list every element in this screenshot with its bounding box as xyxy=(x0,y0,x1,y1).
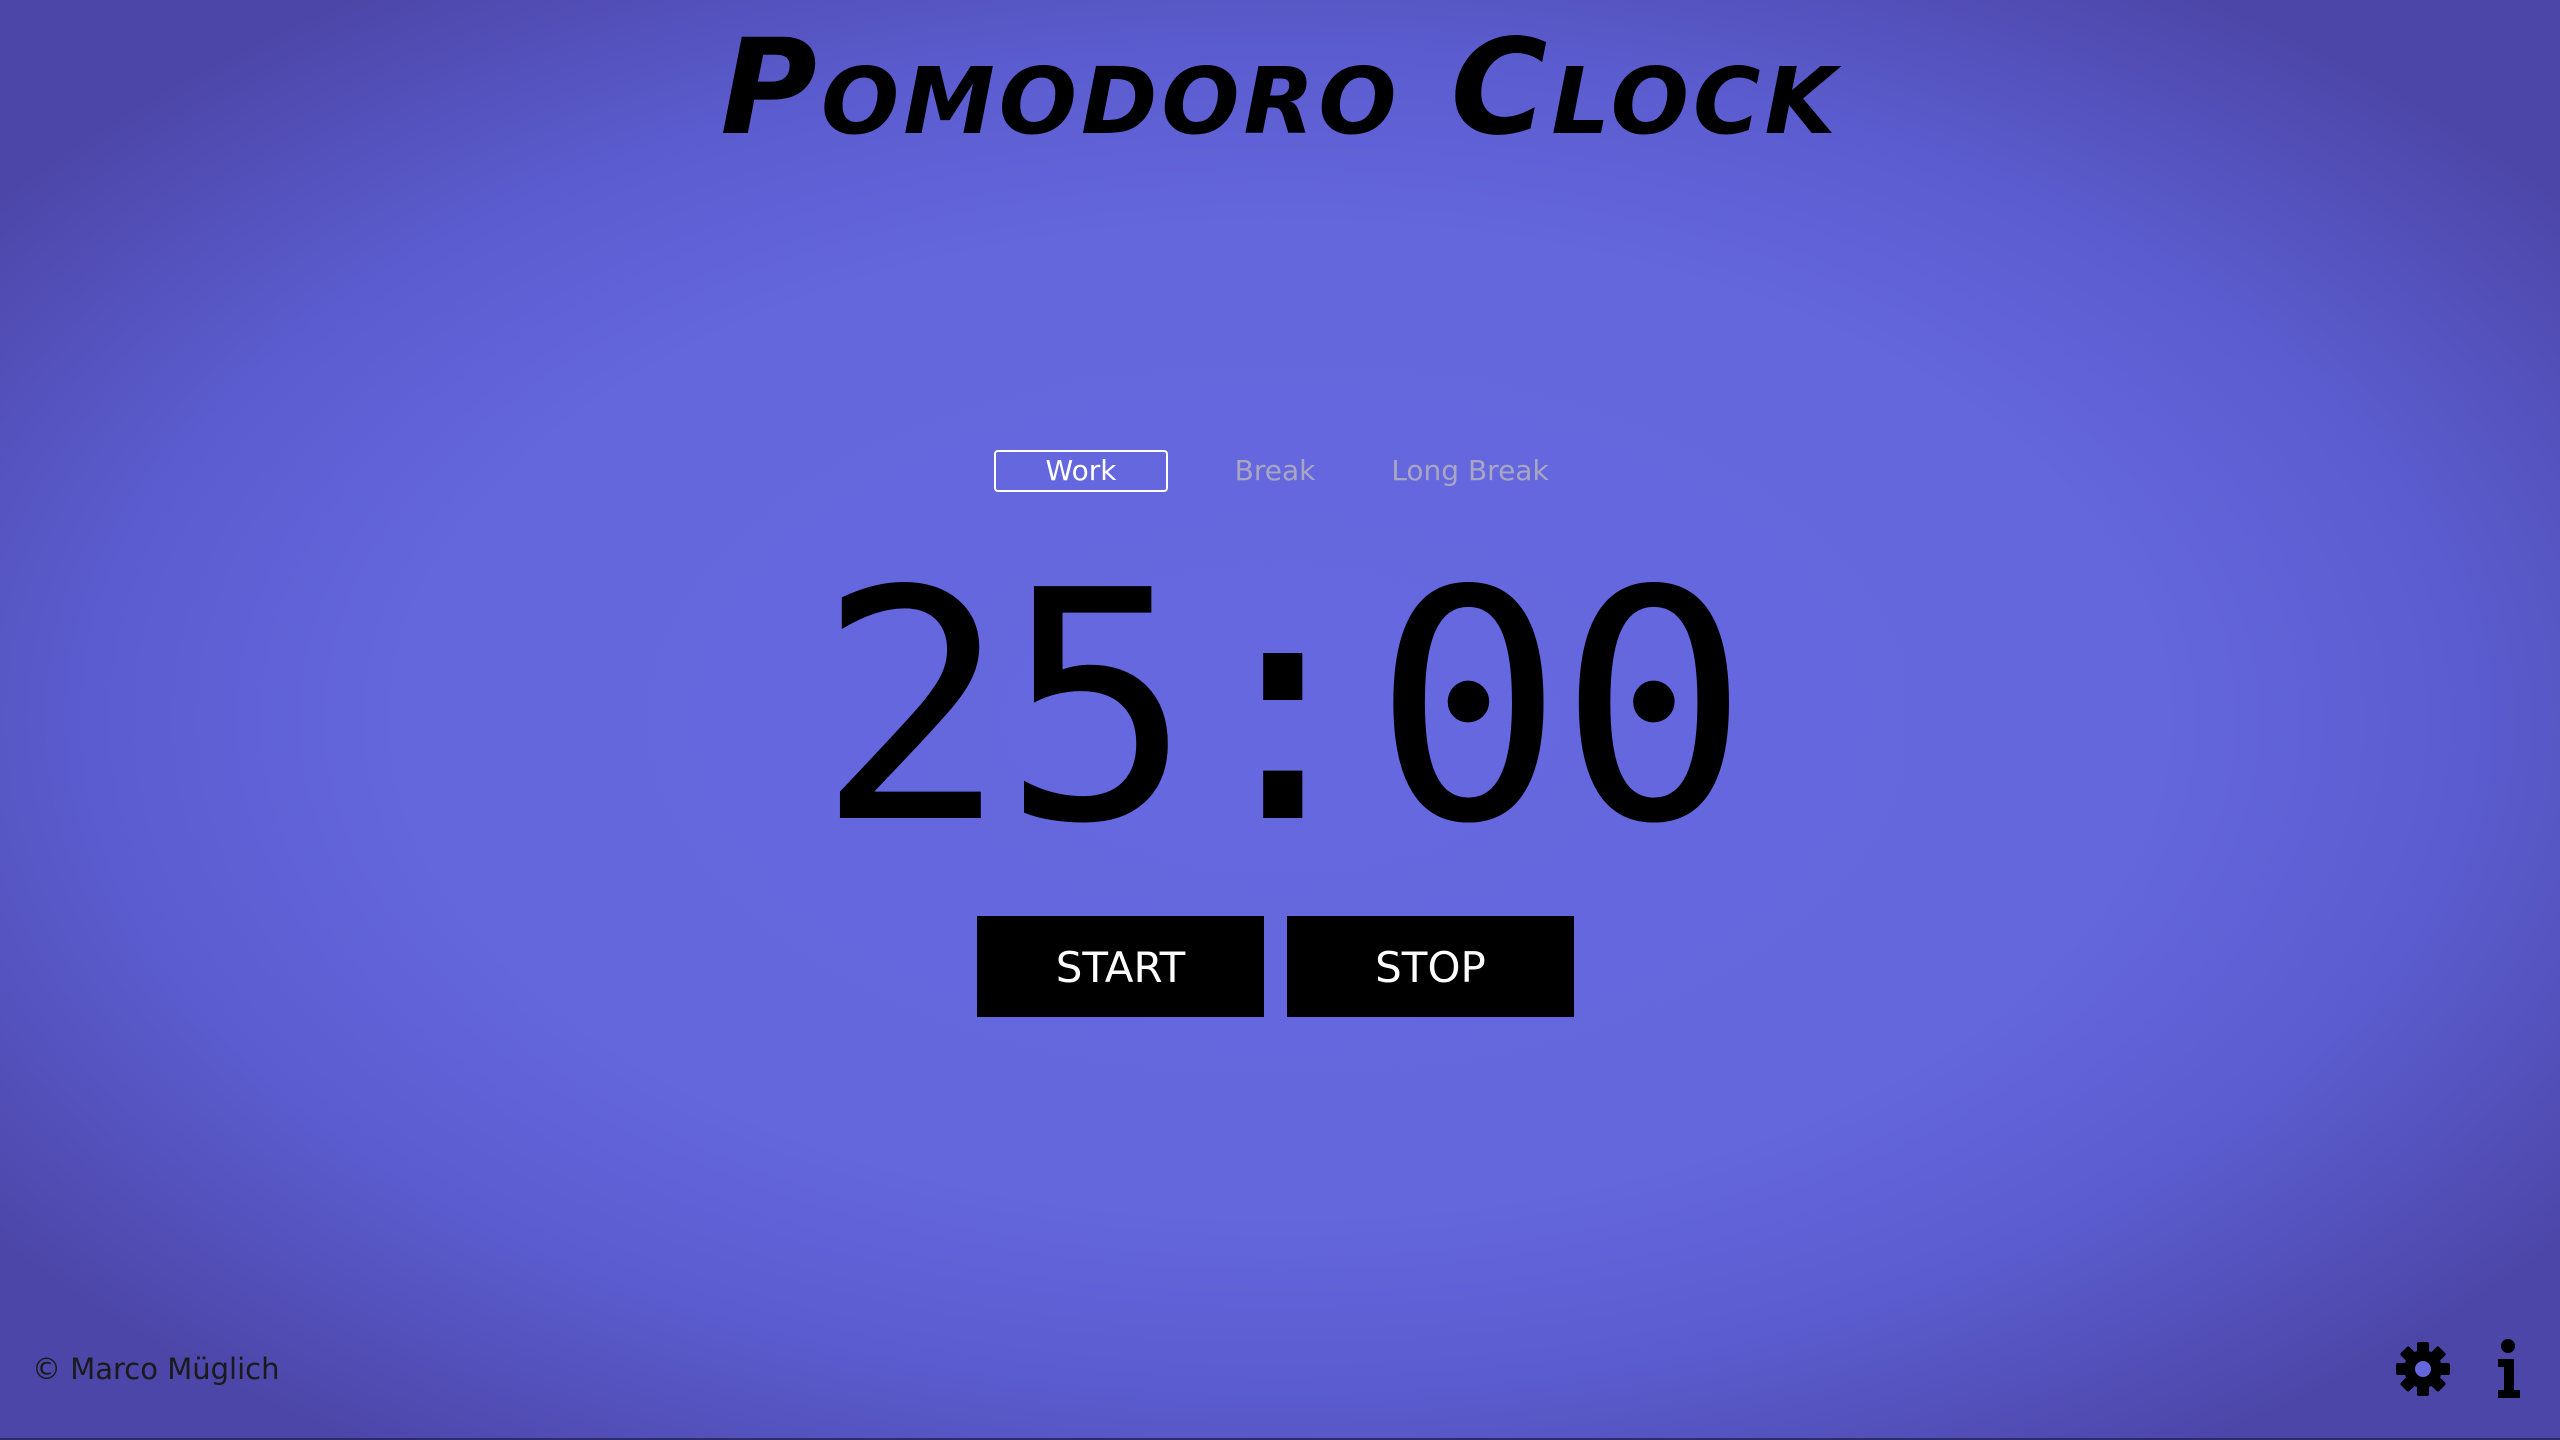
tab-work[interactable]: Work xyxy=(994,450,1168,492)
gear-icon[interactable] xyxy=(2393,1338,2453,1400)
timer-display: 25:00 xyxy=(816,523,1749,893)
mode-tabs: Work Break Long Break xyxy=(0,450,2560,492)
app-title: Pomodoro Clock xyxy=(720,11,1840,165)
start-button[interactable]: START xyxy=(977,916,1264,1017)
tab-long-break[interactable]: Long Break xyxy=(1380,450,1560,492)
stop-button[interactable]: STOP xyxy=(1287,916,1574,1017)
copyright-text: © Marco Müglich xyxy=(32,1352,280,1386)
tab-break[interactable]: Break xyxy=(1210,450,1340,492)
info-icon[interactable] xyxy=(2484,1338,2536,1400)
